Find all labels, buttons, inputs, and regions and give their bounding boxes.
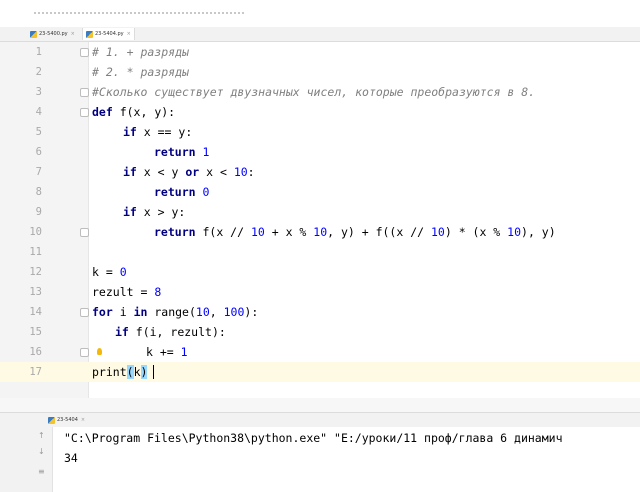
code-text: # 2. * разряды xyxy=(92,65,189,79)
code-text: if f(i, rezult): xyxy=(115,325,226,339)
code-text: def f(x, y): xyxy=(92,105,176,119)
line-number: 4 xyxy=(35,106,42,118)
tab-23-5404[interactable]: 23-5404.py × xyxy=(82,28,135,40)
code-text: for i in range(10, 100): xyxy=(92,305,259,319)
line-number: 16 xyxy=(29,346,42,358)
code-line[interactable]: 3 #Сколько существует двузначных чисел, … xyxy=(0,82,640,102)
code-line-current[interactable]: 17 print(k) xyxy=(0,362,640,382)
code-text: k = 0 xyxy=(92,265,127,279)
code-line[interactable]: 2 # 2. * разряды xyxy=(0,62,640,82)
code-line[interactable]: 8 return 0 xyxy=(0,182,640,202)
python-file-icon xyxy=(30,30,37,38)
code-line[interactable]: 5 if x == y: xyxy=(0,122,640,142)
line-number: 5 xyxy=(35,126,42,138)
code-text: return 0 xyxy=(154,185,210,199)
python-run-icon xyxy=(48,416,55,424)
close-icon[interactable]: × xyxy=(71,28,75,40)
fold-icon[interactable] xyxy=(80,48,89,57)
fold-icon[interactable] xyxy=(80,88,89,97)
panel-divider[interactable] xyxy=(0,398,640,412)
tab-label: 23-5400.py xyxy=(39,31,68,37)
line-number: 8 xyxy=(35,186,42,198)
run-tab[interactable]: 23-5404 × xyxy=(48,414,85,426)
scroll-up-icon[interactable]: ↑ xyxy=(38,431,45,440)
code-editor[interactable]: 1 # 1. + разряды 2 # 2. * разряды 3 #Ско… xyxy=(0,42,640,398)
code-text: return 1 xyxy=(154,145,210,159)
close-icon[interactable]: × xyxy=(127,28,131,40)
cropped-title-text xyxy=(34,12,244,17)
code-line[interactable]: 9 if x > y: xyxy=(0,202,640,222)
code-line[interactable]: 11 xyxy=(0,242,640,262)
console-command-line: "C:\Program Files\Python38\python.exe" "… xyxy=(64,431,563,445)
fold-icon[interactable] xyxy=(80,108,89,117)
code-text: # 1. + разряды xyxy=(92,45,189,59)
line-number: 10 xyxy=(29,226,42,238)
code-text: if x < y or x < 10: xyxy=(123,165,255,179)
code-line[interactable]: 10 return f(x // 10 + x % 10, y) + f((x … xyxy=(0,222,640,242)
code-line[interactable]: 13 rezult = 8 xyxy=(0,282,640,302)
line-number: 1 xyxy=(35,46,42,58)
line-number: 6 xyxy=(35,146,42,158)
code-line[interactable]: 6 return 1 xyxy=(0,142,640,162)
line-number: 12 xyxy=(29,266,42,278)
window-top-strip xyxy=(0,0,640,27)
tab-23-5400[interactable]: 23-5400.py × xyxy=(30,28,75,40)
lightbulb-icon[interactable] xyxy=(97,348,102,355)
python-file-icon xyxy=(86,30,93,38)
run-console[interactable]: ↑ ↓ ≡ "C:\Program Files\Python38\python.… xyxy=(0,427,640,492)
line-number: 3 xyxy=(35,86,42,98)
fold-icon[interactable] xyxy=(80,308,89,317)
code-line[interactable]: 4 def f(x, y): xyxy=(0,102,640,122)
code-line[interactable]: 12 k = 0 xyxy=(0,262,640,282)
code-text: #Сколько существует двузначных чисел, ко… xyxy=(92,85,536,99)
line-number: 17 xyxy=(29,366,42,378)
line-number: 15 xyxy=(29,326,42,338)
code-line[interactable]: 14 for i in range(10, 100): xyxy=(0,302,640,322)
editor-tab-bar: 23-5400.py × 23-5404.py × xyxy=(0,27,640,42)
code-text: print(k) xyxy=(92,365,148,379)
line-number: 14 xyxy=(29,306,42,318)
code-text: if x > y: xyxy=(123,205,186,219)
line-number: 9 xyxy=(35,206,42,218)
console-toolbar: ↑ ↓ ≡ xyxy=(0,427,53,492)
scroll-down-icon[interactable]: ↓ xyxy=(38,447,45,456)
close-icon[interactable]: × xyxy=(81,414,85,426)
code-text: return f(x // 10 + x % 10, y) + f((x // … xyxy=(154,225,556,239)
line-number: 7 xyxy=(35,166,42,178)
code-line[interactable]: 15 if f(i, rezult): xyxy=(0,322,640,342)
fold-icon[interactable] xyxy=(80,348,89,357)
run-tool-window-header: 23-5404 × xyxy=(0,412,640,427)
run-tab-label: 23-5404 xyxy=(57,417,78,423)
code-text: if x == y: xyxy=(123,125,193,139)
code-text: k += 1 xyxy=(146,345,188,359)
tab-label: 23-5404.py xyxy=(95,31,124,37)
console-output-line: 34 xyxy=(64,451,78,465)
line-number: 11 xyxy=(29,246,42,258)
code-line[interactable]: 1 # 1. + разряды xyxy=(0,42,640,62)
code-line[interactable]: 16 k += 1 xyxy=(0,342,640,362)
text-cursor xyxy=(153,365,154,379)
code-text: rezult = 8 xyxy=(92,285,162,299)
line-number: 2 xyxy=(35,66,42,78)
soft-wrap-icon[interactable]: ≡ xyxy=(38,467,45,476)
line-number: 13 xyxy=(29,286,42,298)
fold-icon[interactable] xyxy=(80,228,89,237)
code-line[interactable]: 7 if x < y or x < 10: xyxy=(0,162,640,182)
